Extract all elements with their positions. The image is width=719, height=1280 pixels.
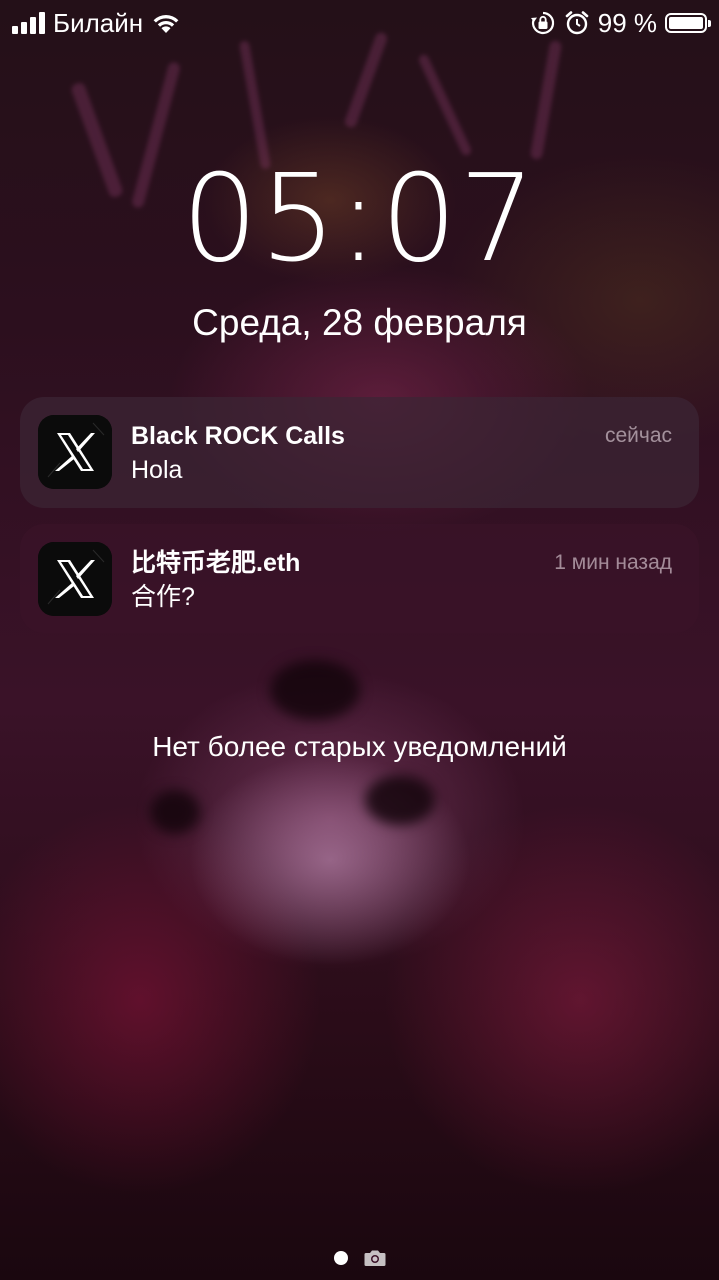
no-older-notifications-label: Нет более старых уведомлений xyxy=(152,731,567,762)
lock-screen-date: Среда, 28 февраля xyxy=(192,302,527,343)
status-right: 99 % xyxy=(530,8,711,38)
lock-screen-time: 05:07 xyxy=(181,150,538,289)
status-bar: Билайн 99 % xyxy=(0,0,719,46)
notification-body: Hola xyxy=(131,456,183,484)
status-left: Билайн xyxy=(12,8,181,38)
page-indicator xyxy=(0,1249,719,1267)
x-logo-icon xyxy=(38,415,112,489)
camera-icon[interactable] xyxy=(364,1249,386,1267)
notification-card[interactable]: 比特币老肥.eth 合作? 1 мин назад xyxy=(20,524,699,633)
signal-icon xyxy=(12,12,45,34)
orientation-lock-icon xyxy=(530,11,554,35)
page-dot xyxy=(333,1251,348,1265)
battery-percent: 99 % xyxy=(597,8,657,38)
carrier-name: Билайн xyxy=(53,8,144,38)
alarm-icon xyxy=(565,11,589,35)
x-logo-icon xyxy=(38,542,112,616)
notification-card[interactable]: Black ROCK Calls Hola сейчас xyxy=(20,397,699,508)
notification-title: 比特币老肥.eth xyxy=(131,549,301,577)
notification-time: 1 мин назад xyxy=(554,551,672,574)
notification-title: Black ROCK Calls xyxy=(131,422,345,450)
lock-screen: Билайн 99 % 05:07 Среда, 28 февраля Blac… xyxy=(0,0,719,1280)
notification-time: сейчас xyxy=(604,424,672,447)
wifi-icon xyxy=(153,15,179,33)
battery-icon xyxy=(665,13,711,33)
notification-body: 合作? xyxy=(131,583,195,611)
